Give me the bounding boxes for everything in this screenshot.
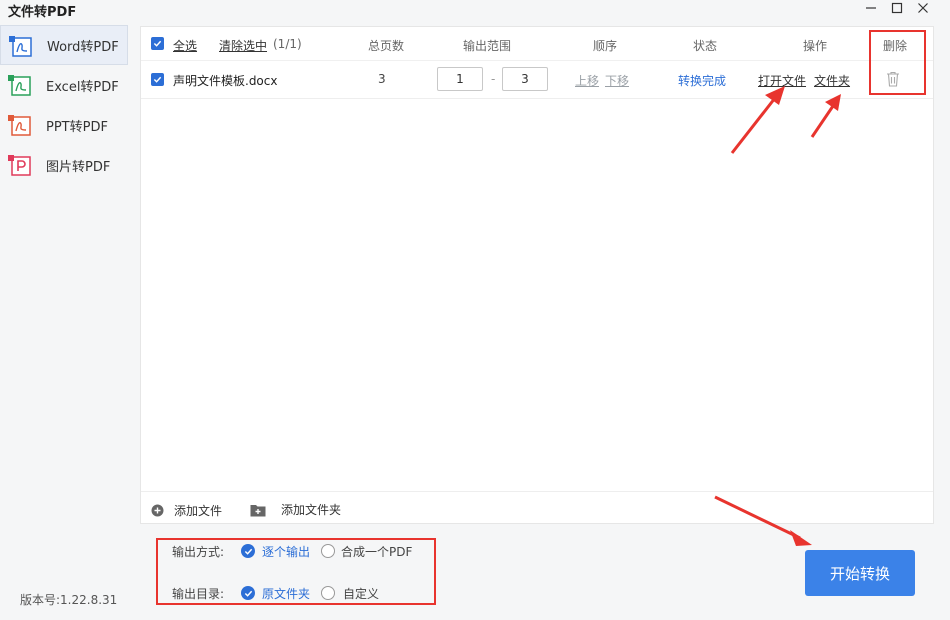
add-folder-label: 添加文件夹 [281,503,342,517]
selected-count: (1/1) [273,37,302,51]
sidebar: Word转PDF Excel转PDF PPT转PDF 图片转PDF [0,24,130,604]
table-row: 声明文件模板.docx 3 1 - 3 上移 下移 转换完成 打开文件 文件夹 [141,61,933,99]
ppt-to-pdf-icon [8,115,31,136]
plus-circle-icon [151,504,164,517]
check-icon [153,40,162,47]
file-name: 声明文件模板.docx [173,74,278,88]
header-status: 状态 [693,39,718,53]
table-header: 全选 清除选中 (1/1) 总页数 输出范围 顺序 状态 操作 删除 [141,27,933,61]
open-folder-link[interactable]: 文件夹 [814,72,850,89]
maximize-button[interactable] [886,0,908,16]
panel-footer: 添加文件 添加文件夹 [141,491,933,524]
range-to-input[interactable]: 3 [502,67,548,91]
move-down-link[interactable]: 下移 [605,72,629,89]
add-file-label: 添加文件 [174,504,223,518]
maximize-icon [891,2,903,14]
add-folder-button[interactable]: 添加文件夹 [250,501,341,518]
header-pages: 总页数 [368,39,405,53]
header-range: 输出范围 [463,39,512,53]
open-file-link[interactable]: 打开文件 [758,72,806,89]
select-all-link[interactable]: 全选 [173,37,197,54]
add-file-button[interactable]: 添加文件 [151,502,222,519]
sidebar-item-label: 图片转PDF [46,159,111,175]
start-convert-button[interactable]: 开始转换 [805,550,915,596]
header-actions: 操作 [803,39,828,53]
row-checkbox[interactable] [151,73,164,86]
sidebar-item-excel[interactable]: Excel转PDF [0,65,128,105]
minimize-icon [866,7,876,9]
select-all-checkbox[interactable] [151,37,164,50]
range-separator: - [491,72,496,86]
close-button[interactable] [912,0,934,16]
header-order: 顺序 [593,39,618,53]
word-to-pdf-icon [9,36,32,57]
move-up-link[interactable]: 上移 [575,72,599,89]
title-bar: 文件转PDF [0,0,950,20]
range-from-input[interactable]: 1 [437,67,483,91]
sidebar-item-ppt[interactable]: PPT转PDF [0,105,128,145]
app-title: 文件转PDF [8,5,77,20]
sidebar-item-label: Excel转PDF [46,79,119,95]
folder-plus-icon [250,504,266,516]
sidebar-item-word[interactable]: Word转PDF [0,25,128,65]
sidebar-item-label: PPT转PDF [46,119,108,135]
file-list-panel: 全选 清除选中 (1/1) 总页数 输出范围 顺序 状态 操作 删除 声明文件模… [140,26,934,524]
file-pages: 3 [378,72,386,86]
annotation-box-delete [869,30,926,95]
sidebar-item-image[interactable]: 图片转PDF [0,145,128,185]
check-icon [153,76,162,83]
clear-selected-link[interactable]: 清除选中 [219,37,267,54]
image-to-pdf-icon [8,155,31,176]
minimize-button[interactable] [860,0,882,16]
annotation-box-output [156,538,436,605]
status-text: 转换完成 [678,74,727,88]
version-label: 版本号:1.22.8.31 [20,593,118,607]
close-icon [918,3,928,13]
excel-to-pdf-icon [8,75,31,96]
sidebar-item-label: Word转PDF [47,39,119,55]
